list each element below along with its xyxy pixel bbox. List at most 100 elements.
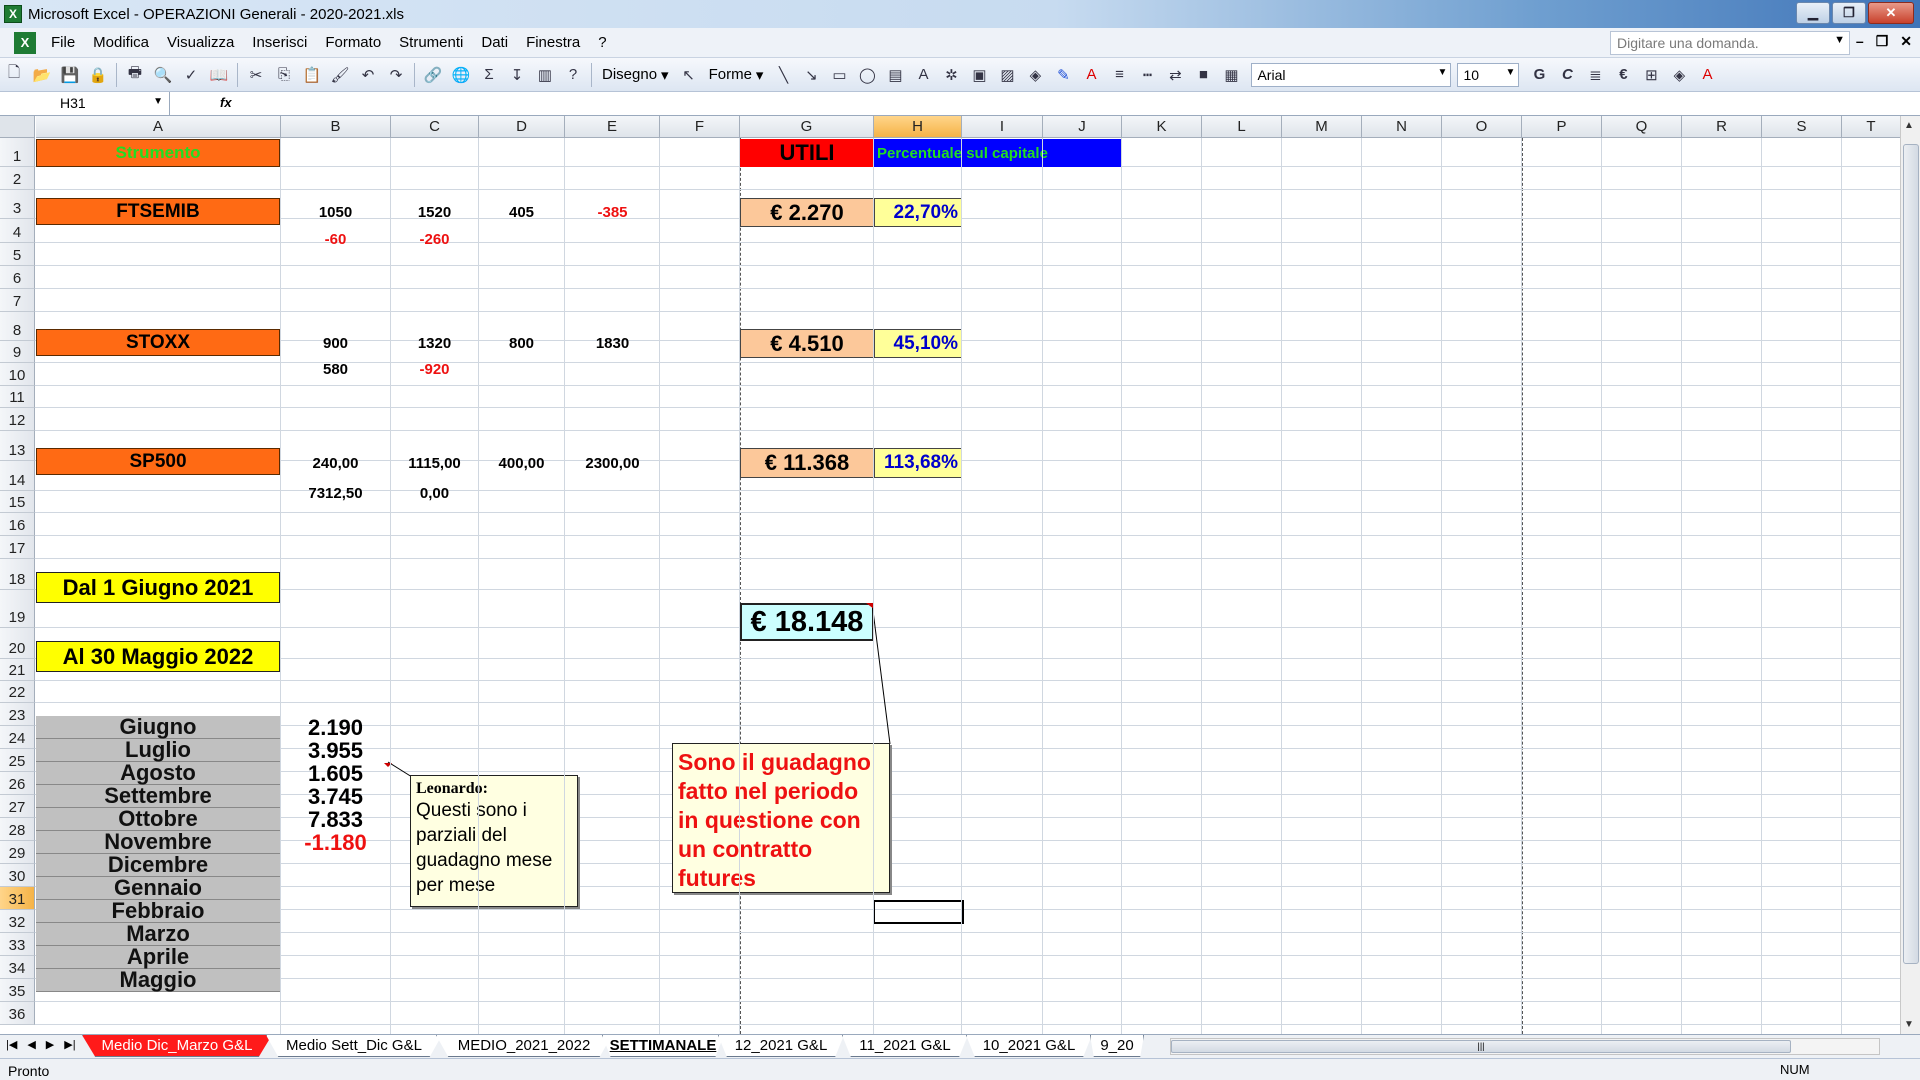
row-header-8[interactable]: 8 bbox=[0, 312, 35, 341]
row-header-29[interactable]: 29 bbox=[0, 841, 35, 864]
copy-icon[interactable]: ⎘ bbox=[272, 63, 296, 87]
cell-a13[interactable]: SP500 bbox=[36, 448, 280, 475]
tab-9-2021[interactable]: 9_20 bbox=[1090, 1035, 1144, 1057]
cell-b9[interactable]: 580 bbox=[281, 358, 390, 380]
comment-leonardo[interactable]: Leonardo: Questi sono i parziali del gua… bbox=[410, 775, 578, 907]
cell-g1[interactable]: UTILI bbox=[740, 139, 874, 167]
row-header-7[interactable]: 7 bbox=[0, 289, 35, 312]
cell-h8[interactable]: 45,10% bbox=[874, 329, 962, 358]
cell-a18[interactable]: Dal 1 Giugno 2021 bbox=[36, 572, 280, 603]
worksheet-grid[interactable]: 36 35 34 33 32 31 30 29 28 27 26 25 24 23 22 21 20 19 18 17… bbox=[0, 116, 1900, 1034]
row-header-16[interactable]: 16 bbox=[0, 513, 35, 536]
row-header-17[interactable]: 17 bbox=[0, 536, 35, 559]
column-header-d[interactable]: D bbox=[479, 116, 565, 138]
cell-g13[interactable]: € 11.368 bbox=[740, 448, 874, 478]
select-pointer-icon[interactable]: ↖ bbox=[677, 63, 701, 87]
scroll-up-icon[interactable]: ▲ bbox=[1904, 120, 1914, 131]
dash-style-icon[interactable]: ┅ bbox=[1135, 63, 1159, 87]
cell-a3[interactable]: FTSEMIB bbox=[36, 198, 280, 225]
cell-a8[interactable]: STOXX bbox=[36, 329, 280, 356]
clipart-icon[interactable]: ▣ bbox=[967, 63, 991, 87]
scroll-thumb[interactable] bbox=[1903, 144, 1919, 964]
month-aprile[interactable]: Aprile bbox=[36, 944, 280, 969]
month-value-agosto[interactable]: 1.605 bbox=[281, 761, 390, 786]
select-all-corner[interactable] bbox=[0, 116, 35, 138]
doc-restore-button[interactable]: ❐ bbox=[1876, 33, 1889, 50]
cell-c3[interactable]: 1520 bbox=[391, 198, 478, 227]
active-cell-h31[interactable] bbox=[873, 900, 964, 924]
column-header-q[interactable]: Q bbox=[1602, 116, 1682, 138]
cell-e13[interactable]: 2300,00 bbox=[565, 448, 660, 478]
month-agosto[interactable]: Agosto bbox=[36, 760, 280, 785]
column-header-h[interactable]: H bbox=[874, 116, 962, 138]
arrow-style-icon[interactable]: ⇄ bbox=[1163, 63, 1187, 87]
tab-medio-sett-dic[interactable]: Medio Sett_Dic G&L bbox=[266, 1035, 442, 1057]
row-header-19[interactable]: 19 bbox=[0, 590, 35, 628]
web-icon[interactable]: 🌐 bbox=[449, 63, 473, 87]
month-dicembre[interactable]: Dicembre bbox=[36, 852, 280, 877]
row-header-34[interactable]: 34 bbox=[0, 956, 35, 979]
print-preview-icon[interactable]: 🔍 bbox=[151, 63, 175, 87]
menu-finestra[interactable]: Finestra bbox=[517, 34, 589, 51]
bold-button[interactable]: G bbox=[1527, 63, 1551, 87]
3d-icon[interactable]: ▦ bbox=[1219, 63, 1243, 87]
research-icon[interactable]: 📖 bbox=[207, 63, 231, 87]
cell-c4[interactable]: -260 bbox=[391, 227, 478, 251]
tab-10-2021[interactable]: 10_2021 G&L bbox=[966, 1035, 1092, 1057]
menu-file[interactable]: File bbox=[42, 34, 84, 51]
font-color-icon[interactable]: A bbox=[1079, 63, 1103, 87]
menu-strumenti[interactable]: Strumenti bbox=[390, 34, 472, 51]
tab-settimanale[interactable]: SETTIMANALE bbox=[602, 1035, 724, 1057]
font-color-icon[interactable]: A bbox=[1695, 63, 1719, 87]
tab-12-2021[interactable]: 12_2021 G&L bbox=[718, 1035, 844, 1057]
month-ottobre[interactable]: Ottobre bbox=[36, 806, 280, 831]
row-header-30[interactable]: 30 bbox=[0, 864, 35, 887]
column-header-c[interactable]: C bbox=[391, 116, 479, 138]
row-header-33[interactable]: 33 bbox=[0, 933, 35, 956]
format-painter-icon[interactable]: 🖌 bbox=[328, 63, 352, 87]
print-icon[interactable]: 🖶 bbox=[123, 63, 147, 87]
column-header-b[interactable]: B bbox=[281, 116, 391, 138]
row-header-36[interactable]: 36 bbox=[0, 1002, 35, 1025]
row-header-18[interactable]: 18 bbox=[0, 559, 35, 590]
cell-d3[interactable]: 405 bbox=[479, 198, 564, 227]
line-color-icon[interactable]: ✎ bbox=[1051, 63, 1075, 87]
shapes-menu-button[interactable]: Forme ▾ bbox=[703, 66, 770, 84]
next-sheet-icon[interactable]: ▶ bbox=[46, 1038, 54, 1051]
row-header-10[interactable]: 10 bbox=[0, 363, 35, 386]
column-header-t[interactable]: T bbox=[1842, 116, 1900, 138]
row-header-14[interactable]: 14 bbox=[0, 461, 35, 491]
prev-sheet-icon[interactable]: ◀ bbox=[27, 1038, 35, 1051]
month-value-giugno[interactable]: 2.190 bbox=[281, 715, 390, 740]
month-febbraio[interactable]: Febbraio bbox=[36, 898, 280, 923]
hscroll-thumb[interactable]: ||| bbox=[1171, 1040, 1791, 1053]
minimize-button[interactable]: ▁ bbox=[1796, 2, 1830, 24]
textbox-icon[interactable]: ▤ bbox=[883, 63, 907, 87]
row-header-28[interactable]: 28 bbox=[0, 818, 35, 841]
insert-function-icon[interactable]: fx bbox=[220, 95, 232, 110]
row-header-23[interactable]: 23 bbox=[0, 703, 35, 726]
row-header-32[interactable]: 32 bbox=[0, 910, 35, 933]
first-sheet-icon[interactable]: |◀ bbox=[6, 1038, 17, 1051]
row-header-27[interactable]: 27 bbox=[0, 795, 35, 818]
restore-button[interactable]: ❐ bbox=[1832, 2, 1866, 24]
permission-icon[interactable]: 🔒 bbox=[86, 63, 110, 87]
arrow-icon[interactable]: ↘ bbox=[799, 63, 823, 87]
help-icon[interactable]: ? bbox=[561, 63, 585, 87]
column-header-g[interactable]: G bbox=[740, 116, 874, 138]
spelling-icon[interactable]: ✓ bbox=[179, 63, 203, 87]
undo-icon[interactable]: ↶ bbox=[356, 63, 380, 87]
fill-color-icon[interactable]: ◈ bbox=[1023, 63, 1047, 87]
diagram-icon[interactable]: ✲ bbox=[939, 63, 963, 87]
row-header-2[interactable]: 2 bbox=[0, 167, 35, 190]
row-header-31[interactable]: 31 bbox=[0, 887, 35, 910]
menu-modifica[interactable]: Modifica bbox=[84, 34, 158, 51]
cell-h13[interactable]: 113,68% bbox=[874, 448, 962, 478]
row-header-35[interactable]: 35 bbox=[0, 979, 35, 1002]
row-header-5[interactable]: 5 bbox=[0, 243, 35, 266]
cut-icon[interactable]: ✂ bbox=[244, 63, 268, 87]
draw-menu-button[interactable]: Disegno ▾ bbox=[596, 66, 675, 84]
help-question-input[interactable]: Digitare una domanda. ▼ bbox=[1610, 31, 1850, 55]
column-header-o[interactable]: O bbox=[1442, 116, 1522, 138]
cell-g8[interactable]: € 4.510 bbox=[740, 329, 874, 358]
